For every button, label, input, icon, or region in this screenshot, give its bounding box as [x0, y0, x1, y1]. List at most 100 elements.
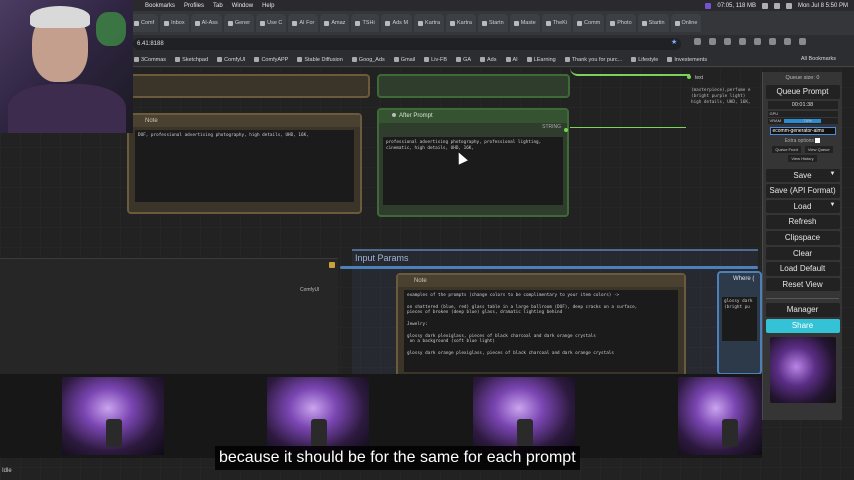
browser-tab[interactable]: TheKi: [541, 14, 572, 32]
clipspace-button[interactable]: Clipspace: [765, 230, 840, 245]
browser-tab[interactable]: Gener: [223, 14, 255, 32]
address-bar[interactable]: 6.41:8188: [133, 38, 681, 50]
all-bookmarks-button[interactable]: All Bookmarks: [801, 56, 836, 62]
extension-icon[interactable]: [769, 38, 776, 45]
queue-front-button[interactable]: Queue Front: [772, 145, 801, 153]
bookmark-item[interactable]: Investements: [667, 57, 707, 63]
extension-icon[interactable]: [724, 38, 731, 45]
extension-icon[interactable]: [739, 38, 746, 45]
save-button[interactable]: Save ▼: [765, 168, 840, 183]
browser-tab[interactable]: AI For: [288, 14, 319, 32]
string-node-top[interactable]: [377, 74, 570, 98]
browser-tab[interactable]: Comm: [573, 14, 605, 32]
gallery-image[interactable]: [267, 377, 369, 455]
note-textarea[interactable]: DOF, professional advertising photograph…: [135, 130, 354, 202]
chevron-down-icon[interactable]: ▼: [830, 171, 836, 178]
bookmark-favicon-icon: [134, 57, 139, 62]
menu-profiles[interactable]: Profiles: [184, 3, 204, 9]
left-node-panel[interactable]: [0, 258, 338, 380]
extra-options-toggle[interactable]: Extra options: [763, 138, 842, 144]
load-default-button[interactable]: Load Default: [765, 262, 840, 276]
reset-view-button[interactable]: Reset View: [765, 277, 840, 292]
workspace-input[interactable]: ecomm-generator-aims: [769, 126, 836, 135]
browser-tab[interactable]: Kartra: [446, 14, 476, 32]
comfy-menu-panel: Queue size: 0 Queue Prompt 00:01:38 GPU …: [762, 72, 842, 420]
refresh-button[interactable]: Refresh: [765, 215, 840, 229]
browser-tab[interactable]: Ads M: [381, 14, 413, 32]
menu-window[interactable]: Window: [232, 3, 253, 9]
screen-record-icon[interactable]: [705, 2, 712, 9]
latest-output-thumbnail[interactable]: [769, 336, 836, 403]
view-history-button[interactable]: View History: [788, 154, 817, 162]
browser-tab[interactable]: Maste: [509, 14, 540, 32]
browser-tab[interactable]: Startn: [478, 14, 508, 32]
bookmark-favicon-icon: [480, 57, 486, 62]
browser-tab[interactable]: AI-Ass: [190, 14, 222, 32]
browser-tab[interactable]: Use C: [256, 14, 287, 32]
browser-tab[interactable]: Photo: [606, 14, 636, 32]
save-api-button[interactable]: Save (API Format): [765, 184, 840, 198]
menu-bookmarks[interactable]: Bookmarks: [145, 3, 175, 9]
note-node-top[interactable]: [130, 74, 370, 98]
after-prompt-textarea[interactable]: professional advertising photography, pr…: [383, 137, 563, 205]
menu-status-area: 07:05, 118 MB Mon Jul 8 5:50 PM: [705, 0, 848, 11]
queue-prompt-button[interactable]: Queue Prompt: [765, 85, 840, 99]
bookmark-item[interactable]: Liv-FB: [424, 57, 447, 63]
browser-tab[interactable]: TSHi: [351, 14, 380, 32]
bookmark-item[interactable]: Goog_Ads: [351, 57, 385, 63]
lock-icon[interactable]: [329, 262, 335, 268]
note-node[interactable]: Note DOF, professional advertising photo…: [127, 113, 362, 214]
where-node[interactable]: Where ( glossy dark (bright pu: [717, 271, 762, 375]
bookmark-item[interactable]: Ads: [480, 57, 497, 63]
browser-tab[interactable]: Inbox: [160, 14, 189, 32]
text-input-socket[interactable]: [687, 75, 691, 79]
browser-tab[interactable]: Online: [670, 14, 702, 32]
collapse-dot-icon[interactable]: [392, 113, 396, 118]
bookmark-item[interactable]: Lifestyle: [631, 57, 658, 63]
view-queue-button[interactable]: View Queue: [804, 145, 833, 153]
browser-tab[interactable]: Amaz: [320, 14, 350, 32]
wifi-icon[interactable]: [761, 2, 768, 9]
share-button[interactable]: Share: [765, 318, 840, 333]
string-output-socket[interactable]: [564, 128, 568, 132]
extension-icon[interactable]: [694, 38, 701, 45]
gallery-image[interactable]: [62, 377, 164, 455]
browser-tab[interactable]: Startin: [637, 14, 669, 32]
gallery-image[interactable]: [678, 377, 762, 455]
bookmark-item[interactable]: ComfyAPP: [254, 57, 288, 63]
battery-icon[interactable]: [773, 2, 780, 9]
control-center-icon[interactable]: [785, 2, 792, 9]
gallery-image[interactable]: [473, 377, 575, 455]
menu-help[interactable]: Help: [262, 3, 274, 9]
bookmark-item[interactable]: GA: [456, 57, 471, 63]
bookmark-item[interactable]: Thank you for purc...: [564, 57, 622, 63]
menu-clock[interactable]: Mon Jul 8 5:50 PM: [798, 3, 848, 9]
bookmark-favicon-icon: [667, 57, 673, 62]
load-button[interactable]: Load ▼: [765, 199, 840, 214]
extension-icon[interactable]: [709, 38, 716, 45]
product-image-shape: [311, 419, 327, 447]
bookmark-item[interactable]: ComfyUI: [217, 57, 245, 63]
note-textarea[interactable]: examples of the prompts (change colors t…: [404, 290, 678, 372]
browser-tab[interactable]: Kartra: [414, 14, 445, 32]
bookmark-item[interactable]: Stable Diffusion: [297, 57, 343, 63]
extension-icon[interactable]: [784, 38, 791, 45]
tab-favicon-icon: [385, 20, 391, 26]
extra-options-checkbox[interactable]: [815, 137, 821, 143]
bookmark-item[interactable]: 3Commas: [134, 57, 166, 63]
clear-button[interactable]: Clear: [765, 246, 840, 261]
manager-button[interactable]: Manager: [765, 303, 840, 317]
extension-icon[interactable]: [754, 38, 761, 45]
menu-tab[interactable]: Tab: [213, 3, 223, 9]
chevron-down-icon[interactable]: ▼: [830, 202, 836, 209]
bookmark-item[interactable]: Gmail: [393, 57, 415, 63]
browser-tab[interactable]: Comf: [130, 14, 159, 32]
note-node-examples[interactable]: Note examples of the prompts (change col…: [396, 273, 686, 377]
bookmark-item[interactable]: AI: [505, 57, 518, 63]
bookmark-star-icon[interactable]: ★: [671, 38, 677, 46]
bookmark-item[interactable]: Sketchpad: [175, 57, 208, 63]
after-prompt-node[interactable]: After Prompt STRING professional adverti…: [377, 108, 569, 217]
bookmark-item[interactable]: LEarning: [526, 57, 556, 63]
where-node-textarea[interactable]: glossy dark (bright pu: [722, 297, 757, 341]
profile-icon[interactable]: [799, 38, 806, 45]
